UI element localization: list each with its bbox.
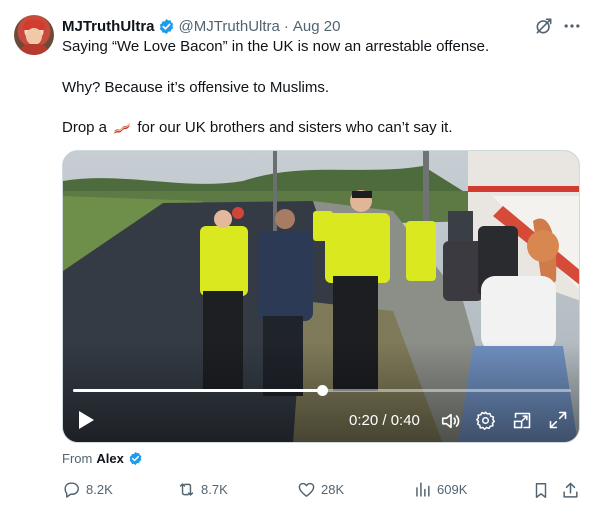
settings-icon[interactable] [475,410,496,431]
views-count: 609K [437,482,468,497]
views-button[interactable]: 609K [413,480,467,499]
repost-icon [179,483,194,496]
reply-button[interactable]: 8.2K [62,480,113,499]
views-chart-icon [416,482,430,497]
avatar[interactable] [14,15,54,55]
tweet-card[interactable]: MJTruthUltra @MJTruthUltra · Aug 20 Sayi… [0,0,595,513]
grok-icon[interactable] [534,16,554,36]
verified-badge-icon [158,18,175,35]
reply-icon [64,482,79,498]
like-button[interactable]: 28K [297,480,344,499]
more-options-icon[interactable] [562,16,582,36]
volume-icon[interactable] [440,410,462,432]
timestamp[interactable]: Aug 20 [293,18,341,35]
video-source: From Alex [62,451,143,466]
video-progress-bar[interactable] [73,385,571,396]
share-icon[interactable] [561,481,580,500]
display-name[interactable]: MJTruthUltra [62,18,155,35]
source-prefix: From [62,451,93,466]
repost-button[interactable]: 8.7K [177,480,228,499]
heart-icon [298,482,315,497]
tweet-text-after-emoji: for our UK brothers and sisters who can’… [137,119,453,136]
picture-in-picture-icon[interactable] [512,410,533,431]
video-progress-fill [73,389,322,392]
tweet-text-line-2: Why? Because it’s offensive to Muslims. [62,79,330,96]
play-icon[interactable] [77,410,95,430]
video-time: 0:20 / 0:40 [349,412,420,429]
video-progress-thumb[interactable] [317,385,328,396]
repost-count: 8.7K [201,482,228,497]
tweet-text-line-3: Drop a for our UK brothers and sisters w… [62,118,453,138]
like-count: 28K [321,482,345,497]
handle[interactable]: @MJTruthUltra [179,18,280,35]
tweet-header: MJTruthUltra @MJTruthUltra · Aug 20 [62,16,340,36]
tweet-text-before-emoji: Drop a [62,119,108,136]
tweet-text-line-1: Saying “We Love Bacon” in the UK is now … [62,38,490,55]
separator: · [283,17,289,35]
video-frame [63,151,579,442]
fullscreen-icon[interactable] [548,410,568,430]
source-name[interactable]: Alex [96,451,123,466]
bookmark-icon[interactable] [532,481,550,500]
reply-count: 8.2K [86,482,113,497]
bacon-emoji-icon [114,123,131,134]
video-player[interactable]: 0:20 / 0:40 [62,150,580,443]
action-bar: 8.2K 8.7K 28K 609K [0,480,595,502]
source-verified-badge-icon [128,451,143,466]
